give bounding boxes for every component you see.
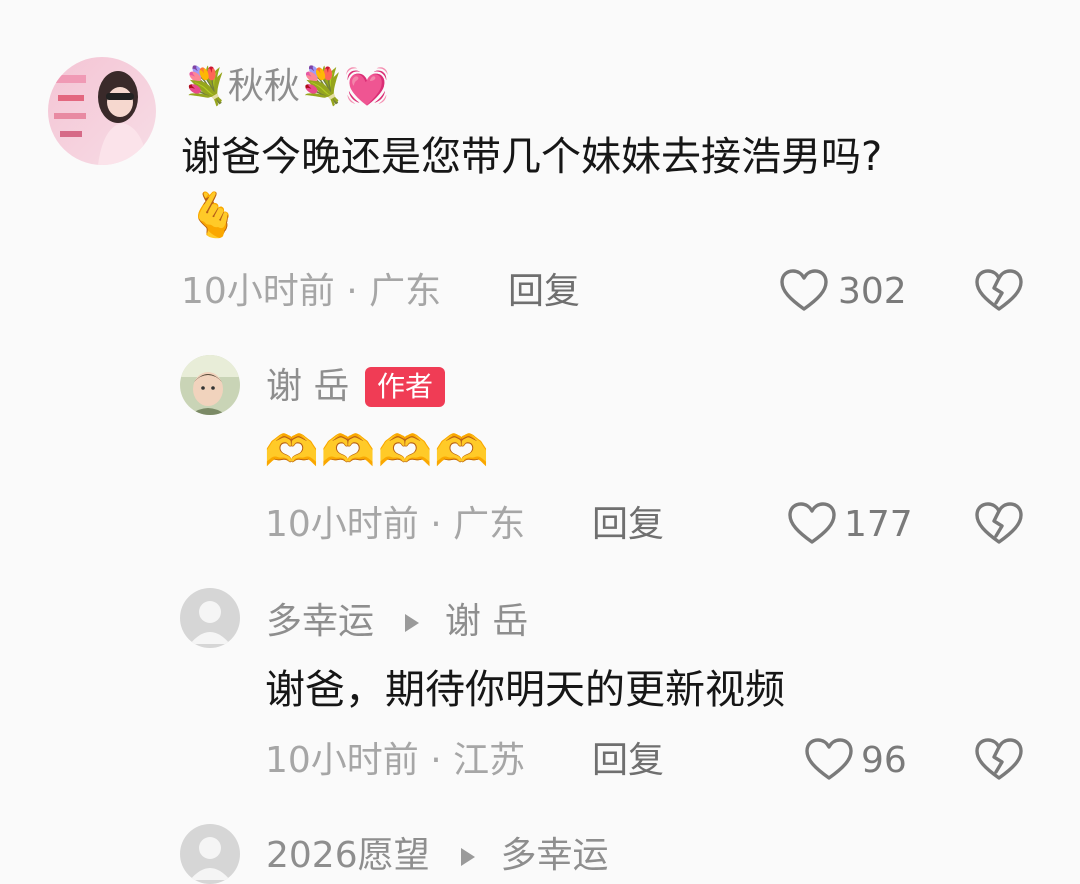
default-user-avatar-icon xyxy=(180,824,240,884)
heart-outline-icon xyxy=(805,738,853,780)
heart-outline-icon xyxy=(788,502,836,544)
broken-heart-icon xyxy=(975,502,1023,544)
commenter-avatar[interactable] xyxy=(48,57,156,165)
reply-button[interactable]: 回复 xyxy=(508,272,580,312)
finger-heart-emoji-icon: 🫰 xyxy=(186,190,241,241)
like-count: 302 xyxy=(838,271,907,312)
handshake-heart-emoji-icon: 🫶🫶🫶🫶 xyxy=(264,426,492,477)
bouquet-heart-emoji-icon: 💐💓 xyxy=(299,66,390,107)
reply-button[interactable]: 回复 xyxy=(592,505,664,545)
commenter-name-row[interactable]: 💐秋秋💐💓 xyxy=(183,63,390,111)
reply-location: 广东 xyxy=(453,504,526,545)
author-name[interactable]: 谢 岳 xyxy=(266,367,349,407)
reply-user-row: 多幸运 谢 岳 xyxy=(266,602,528,642)
broken-heart-icon xyxy=(975,738,1023,780)
comment-location: 广东 xyxy=(369,271,442,312)
reply-user-name[interactable]: 多幸运 xyxy=(266,601,374,642)
commenter-name[interactable]: 秋秋 xyxy=(228,66,300,107)
author-avatar[interactable] xyxy=(180,355,240,415)
user-avatar[interactable] xyxy=(180,824,240,884)
reply-time: 10小时前 xyxy=(265,504,419,545)
dislike-button[interactable] xyxy=(975,502,1023,546)
reply-meta: 10小时前 · 江苏 xyxy=(265,741,525,781)
reply-time: 10小时前 xyxy=(265,740,419,781)
default-user-avatar-icon xyxy=(180,588,240,648)
reply-user-name[interactable]: 2026愿望 xyxy=(266,835,430,876)
reply-to-name[interactable]: 谢 岳 xyxy=(445,601,528,642)
reply-user-row: 2026愿望 多幸运 xyxy=(266,836,609,876)
comment-time: 10小时前 xyxy=(181,271,335,312)
play-triangle-icon xyxy=(461,848,476,866)
author-badge: 作者 xyxy=(365,367,446,407)
user-avatar[interactable] xyxy=(180,588,240,648)
like-count: 177 xyxy=(844,504,913,545)
bouquet-emoji-icon: 💐 xyxy=(183,66,228,107)
like-button[interactable]: 302 xyxy=(780,266,910,316)
meta-separator: · xyxy=(430,504,442,545)
reply-to-name[interactable]: 多幸运 xyxy=(501,835,609,876)
reply-location: 江苏 xyxy=(453,740,526,781)
reply-text[interactable]: 谢爸，期待你明天的更新视频 xyxy=(265,666,785,714)
reply-meta: 10小时前 · 广东 xyxy=(265,505,525,545)
play-triangle-icon xyxy=(405,614,420,632)
heart-outline-icon xyxy=(780,269,828,311)
meta-separator: · xyxy=(430,740,442,781)
dislike-button[interactable] xyxy=(975,738,1023,782)
broken-heart-icon xyxy=(975,269,1023,311)
like-button[interactable]: 96 xyxy=(805,735,915,785)
meta-separator: · xyxy=(346,271,358,312)
comment-meta: 10小时前 · 广东 xyxy=(181,272,441,312)
dislike-button[interactable] xyxy=(975,269,1023,313)
reply-button[interactable]: 回复 xyxy=(592,741,664,781)
like-button[interactable]: 177 xyxy=(788,499,913,549)
like-count: 96 xyxy=(861,740,907,781)
comment-text[interactable]: 谢爸今晚还是您带几个妹妹去接浩男吗? xyxy=(181,133,882,181)
